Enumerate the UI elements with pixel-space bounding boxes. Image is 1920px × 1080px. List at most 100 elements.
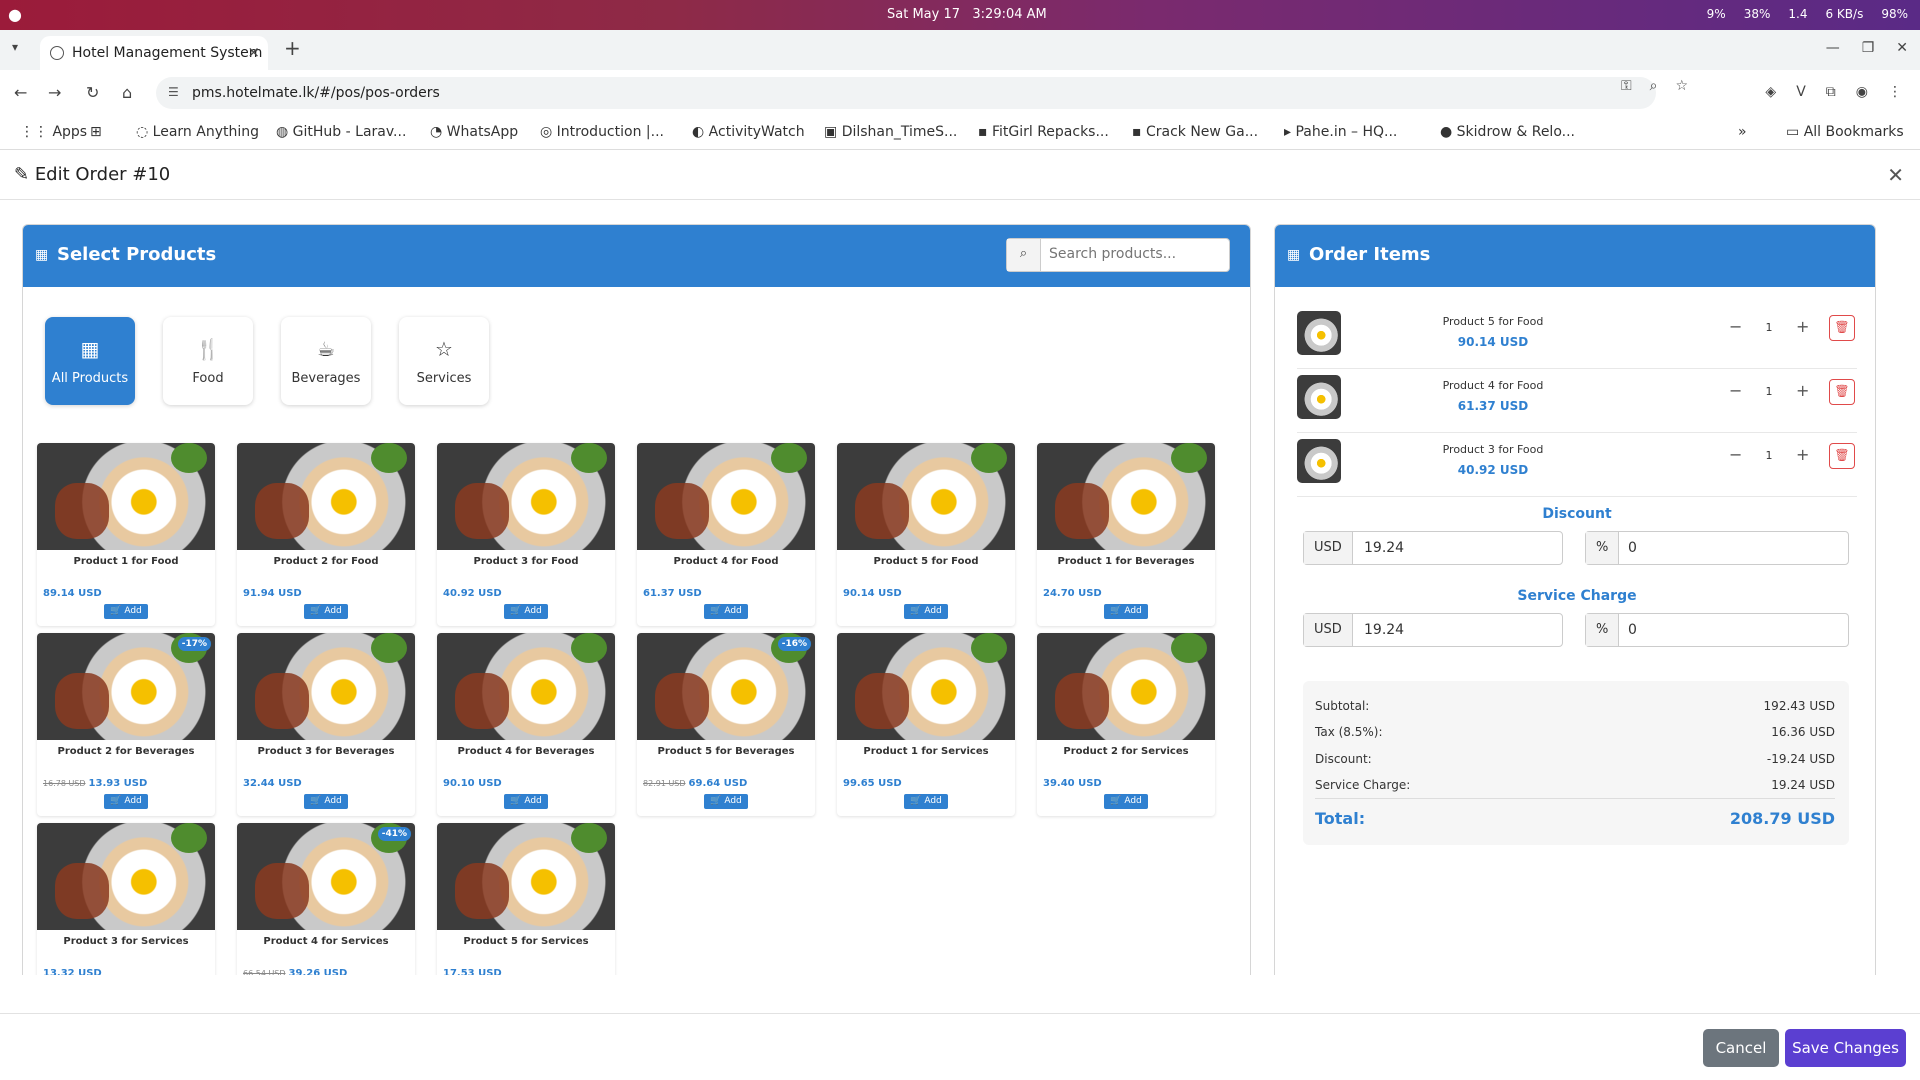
close-window-icon[interactable]: ✕ [1896, 40, 1908, 56]
back-icon[interactable]: ← [14, 83, 27, 102]
extensions-area: ◈ V ⧉ ◉ ⋮ [1765, 84, 1902, 100]
cart-icon: 🛒 [710, 606, 722, 616]
product-card[interactable]: Product 4 for Beverages 90.10 USD 🛒 Add [437, 633, 615, 816]
cpu-indicator[interactable]: 9% [1707, 7, 1726, 21]
product-card[interactable]: Product 5 for Services17.53 USD🛒 Add [437, 823, 615, 975]
reload-icon[interactable]: ↻ [86, 83, 99, 102]
home-icon[interactable]: ⌂ [122, 83, 132, 102]
url-input[interactable]: ☰ pms.hotelmate.lk/#/pos/pos-orders [156, 77, 1656, 109]
add-to-order-button[interactable]: 🛒 Add [704, 604, 748, 619]
ubuntu-icon[interactable]: ● [8, 5, 22, 24]
product-card[interactable]: Product 3 for Food 40.92 USD 🛒 Add [437, 443, 615, 626]
restore-icon[interactable]: ❐ [1862, 40, 1875, 56]
product-card[interactable]: Product 1 for Services 99.65 USD 🛒 Add [837, 633, 1015, 816]
add-to-order-button[interactable]: 🛒 Add [904, 604, 948, 619]
product-card[interactable]: Product 5 for Food 90.14 USD 🛒 Add [837, 443, 1015, 626]
menu-kebab-icon[interactable]: ⋮ [1888, 84, 1902, 100]
add-to-order-button[interactable]: 🛒 Add [704, 794, 748, 809]
add-to-order-button[interactable]: 🛒 Add [104, 794, 148, 809]
more-bookmarks-icon[interactable]: » [1738, 124, 1747, 140]
close-tab-icon[interactable]: × [247, 43, 260, 61]
new-tab-icon[interactable]: + [284, 36, 301, 60]
product-card[interactable]: Product 4 for Food 61.37 USD 🛒 Add [637, 443, 815, 626]
bookmark-item[interactable]: ▪ FitGirl Repacks... [978, 124, 1109, 140]
grid-icon[interactable]: ⊞ [90, 124, 102, 140]
product-card[interactable]: -16% Product 5 for Beverages 82.91 USD 69.6… [637, 633, 815, 816]
system-clock[interactable]: Sat May 17 3:29:04 AM [887, 7, 1047, 22]
discount-amount-field[interactable]: USD 19.24 [1303, 531, 1563, 565]
product-card[interactable]: -17% Product 2 for Beverages 16.78 USD 13.9… [37, 633, 215, 816]
bookmark-item[interactable]: ◎ Introduction |... [540, 124, 664, 140]
add-to-order-button[interactable]: 🛒 Add [304, 794, 348, 809]
service-amount-field[interactable]: USD 19.24 [1303, 613, 1563, 647]
category-services[interactable]: ☆ Services [399, 317, 489, 405]
add-to-order-button[interactable]: 🛒 Add [304, 604, 348, 619]
image-detail [1055, 673, 1109, 729]
network-indicator[interactable]: 6 KB/s [1825, 7, 1863, 21]
product-card[interactable]: Product 3 for Beverages 32.44 USD 🛒 Add [237, 633, 415, 816]
product-card[interactable]: Product 1 for Food 89.14 USD 🛒 Add [37, 443, 215, 626]
bookmark-item[interactable]: ◐ ActivityWatch [692, 124, 805, 140]
decrease-qty-icon[interactable]: − [1729, 445, 1742, 464]
add-label: Add [524, 606, 542, 616]
quantity-value: 1 [1765, 385, 1773, 398]
increase-qty-icon[interactable]: + [1796, 317, 1809, 336]
tab-search-icon[interactable]: ▾ [12, 40, 18, 54]
puzzle-icon[interactable]: ⧉ [1826, 84, 1836, 100]
add-to-order-button[interactable]: 🛒 Add [1104, 604, 1148, 619]
product-card[interactable]: Product 3 for Services13.32 USD🛒 Add [37, 823, 215, 975]
add-to-order-button[interactable]: 🛒 Add [1104, 794, 1148, 809]
add-to-order-button[interactable]: 🛒 Add [504, 794, 548, 809]
category-food[interactable]: 🍴 Food [163, 317, 253, 405]
discount-percent-field[interactable]: % 0 [1585, 531, 1849, 565]
bookmark-item[interactable]: ◍ GitHub - Larav... [276, 124, 406, 140]
bookmark-item[interactable]: ◔ WhatsApp [430, 124, 518, 140]
product-card[interactable]: Product 1 for Beverages 24.70 USD 🛒 Add [1037, 443, 1215, 626]
cancel-button[interactable]: Cancel [1703, 1029, 1779, 1067]
memory-indicator[interactable]: 38% [1744, 7, 1771, 21]
product-card[interactable]: -41% Product 4 for Services 66.54 USD 39.26… [237, 823, 415, 975]
battery-indicator[interactable]: 98% [1881, 7, 1908, 21]
category-all-products[interactable]: ▦ All Products [45, 317, 135, 405]
product-card[interactable]: Product 2 for Food 91.94 USD 🛒 Add [237, 443, 415, 626]
site-info-icon[interactable]: ☰ [168, 85, 179, 99]
profile-avatar-icon[interactable]: ◉ [1856, 84, 1868, 100]
modal-title: ✎ Edit Order #10 [14, 164, 171, 185]
add-to-order-button[interactable]: 🛒 Add [904, 794, 948, 809]
trash-icon[interactable]: 🗑 [1829, 379, 1855, 405]
extension-v-icon[interactable]: V [1796, 84, 1806, 100]
product-price: 13.32 USD [43, 968, 102, 975]
category-filter: ▦ All Products 🍴 Food ☕ Beverages ☆ Services [45, 317, 489, 405]
save-changes-button[interactable]: Save Changes [1785, 1029, 1906, 1067]
key-icon[interactable]: ⚿ [1621, 78, 1632, 94]
add-to-order-button[interactable]: 🛒 Add [504, 604, 548, 619]
product-card[interactable]: Product 2 for Services 39.40 USD 🛒 Add [1037, 633, 1215, 816]
browser-tab[interactable]: Hotel Management System × [40, 36, 268, 70]
bookmark-item[interactable]: ▪ Crack New Ga... [1132, 124, 1258, 140]
category-beverages[interactable]: ☕ Beverages [281, 317, 371, 405]
search-input[interactable] [1049, 246, 1219, 262]
add-to-order-button[interactable]: 🛒 Add [104, 604, 148, 619]
extension-icon[interactable]: ◈ [1765, 84, 1776, 100]
increase-qty-icon[interactable]: + [1796, 381, 1809, 400]
forward-icon[interactable]: → [48, 83, 61, 102]
bookmark-star-icon[interactable]: ☆ [1675, 78, 1688, 94]
bookmark-item[interactable]: ● Skidrow & Relo... [1440, 124, 1575, 140]
summary-divider [1315, 798, 1835, 799]
bookmark-item[interactable]: ▸ Pahe.in – HQ... [1284, 124, 1397, 140]
add-label: Add [924, 796, 942, 806]
service-percent-field[interactable]: % 0 [1585, 613, 1849, 647]
bookmark-item[interactable]: ▣ Dilshan_TimeS... [824, 124, 957, 140]
close-modal-icon[interactable]: ✕ [1887, 163, 1904, 187]
trash-icon[interactable]: 🗑 [1829, 315, 1855, 341]
load-indicator[interactable]: 1.4 [1788, 7, 1807, 21]
decrease-qty-icon[interactable]: − [1729, 317, 1742, 336]
increase-qty-icon[interactable]: + [1796, 445, 1809, 464]
decrease-qty-icon[interactable]: − [1729, 381, 1742, 400]
trash-icon[interactable]: 🗑 [1829, 443, 1855, 469]
minimize-icon[interactable]: — [1826, 40, 1840, 56]
bookmark-item[interactable]: ◌ Learn Anything [136, 124, 259, 140]
all-bookmarks-folder[interactable]: ▭ All Bookmarks [1786, 124, 1904, 140]
bookmark-item[interactable]: ⋮⋮ Apps [20, 124, 87, 140]
zoom-icon[interactable]: ⌕ [1650, 78, 1658, 94]
